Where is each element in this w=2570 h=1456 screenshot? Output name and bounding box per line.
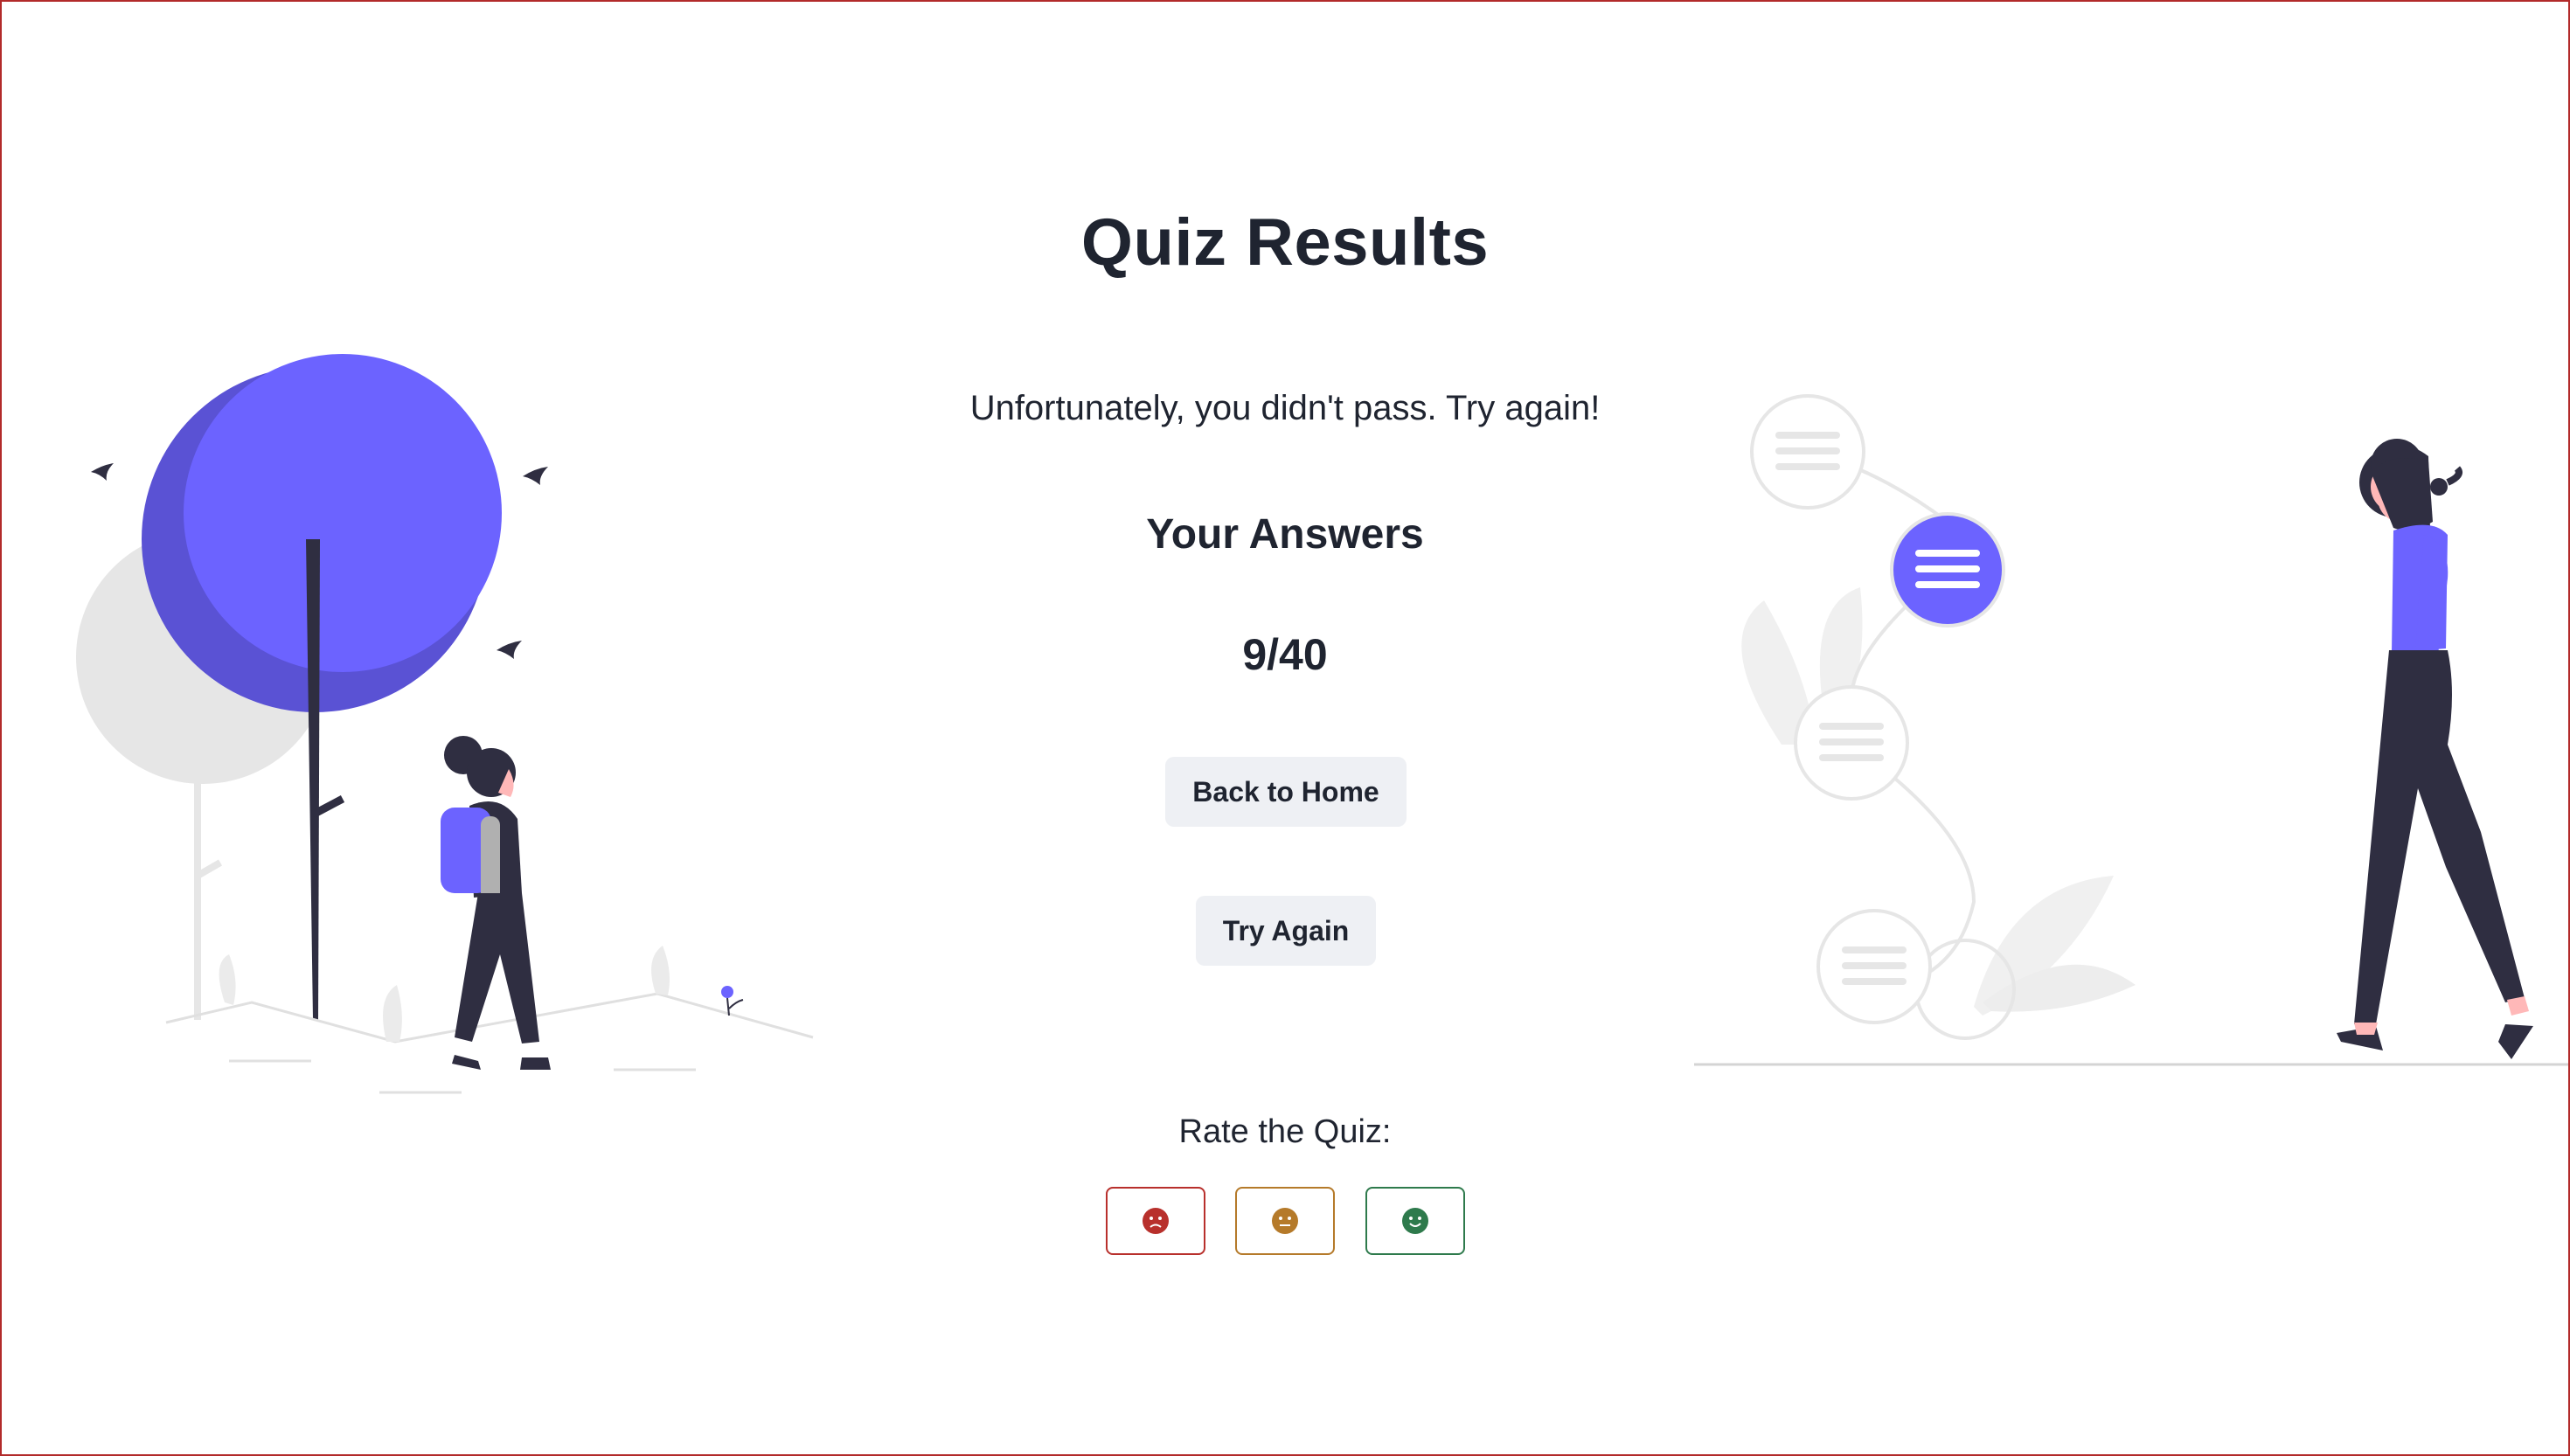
happy-face-icon	[1402, 1208, 1428, 1234]
try-again-button[interactable]: Try Again	[1196, 896, 1376, 966]
rate-neutral-button[interactable]	[1235, 1187, 1335, 1255]
answers-heading: Your Answers	[1146, 511, 1424, 558]
neutral-face-icon	[1272, 1208, 1298, 1234]
right-illustration	[1694, 394, 2568, 1066]
page-title: Quiz Results	[1080, 205, 1490, 280]
rate-bad-button[interactable]	[1106, 1187, 1205, 1255]
left-illustration	[76, 354, 814, 1094]
back-to-home-button[interactable]: Back to Home	[1165, 757, 1407, 827]
try-again-label: Try Again	[1222, 914, 1350, 946]
score-value: 9/40	[1242, 630, 1328, 679]
result-message: Unfortunately, you didn't pass. Try agai…	[969, 389, 1601, 427]
rate-quiz-label: Rate the Quiz:	[1178, 1113, 1392, 1150]
sad-face-icon	[1143, 1208, 1169, 1234]
rate-good-button[interactable]	[1365, 1187, 1465, 1255]
page-frame: Quiz Results Unfortunately, you didn't p…	[0, 0, 2570, 1456]
back-to-home-label: Back to Home	[1192, 775, 1379, 808]
